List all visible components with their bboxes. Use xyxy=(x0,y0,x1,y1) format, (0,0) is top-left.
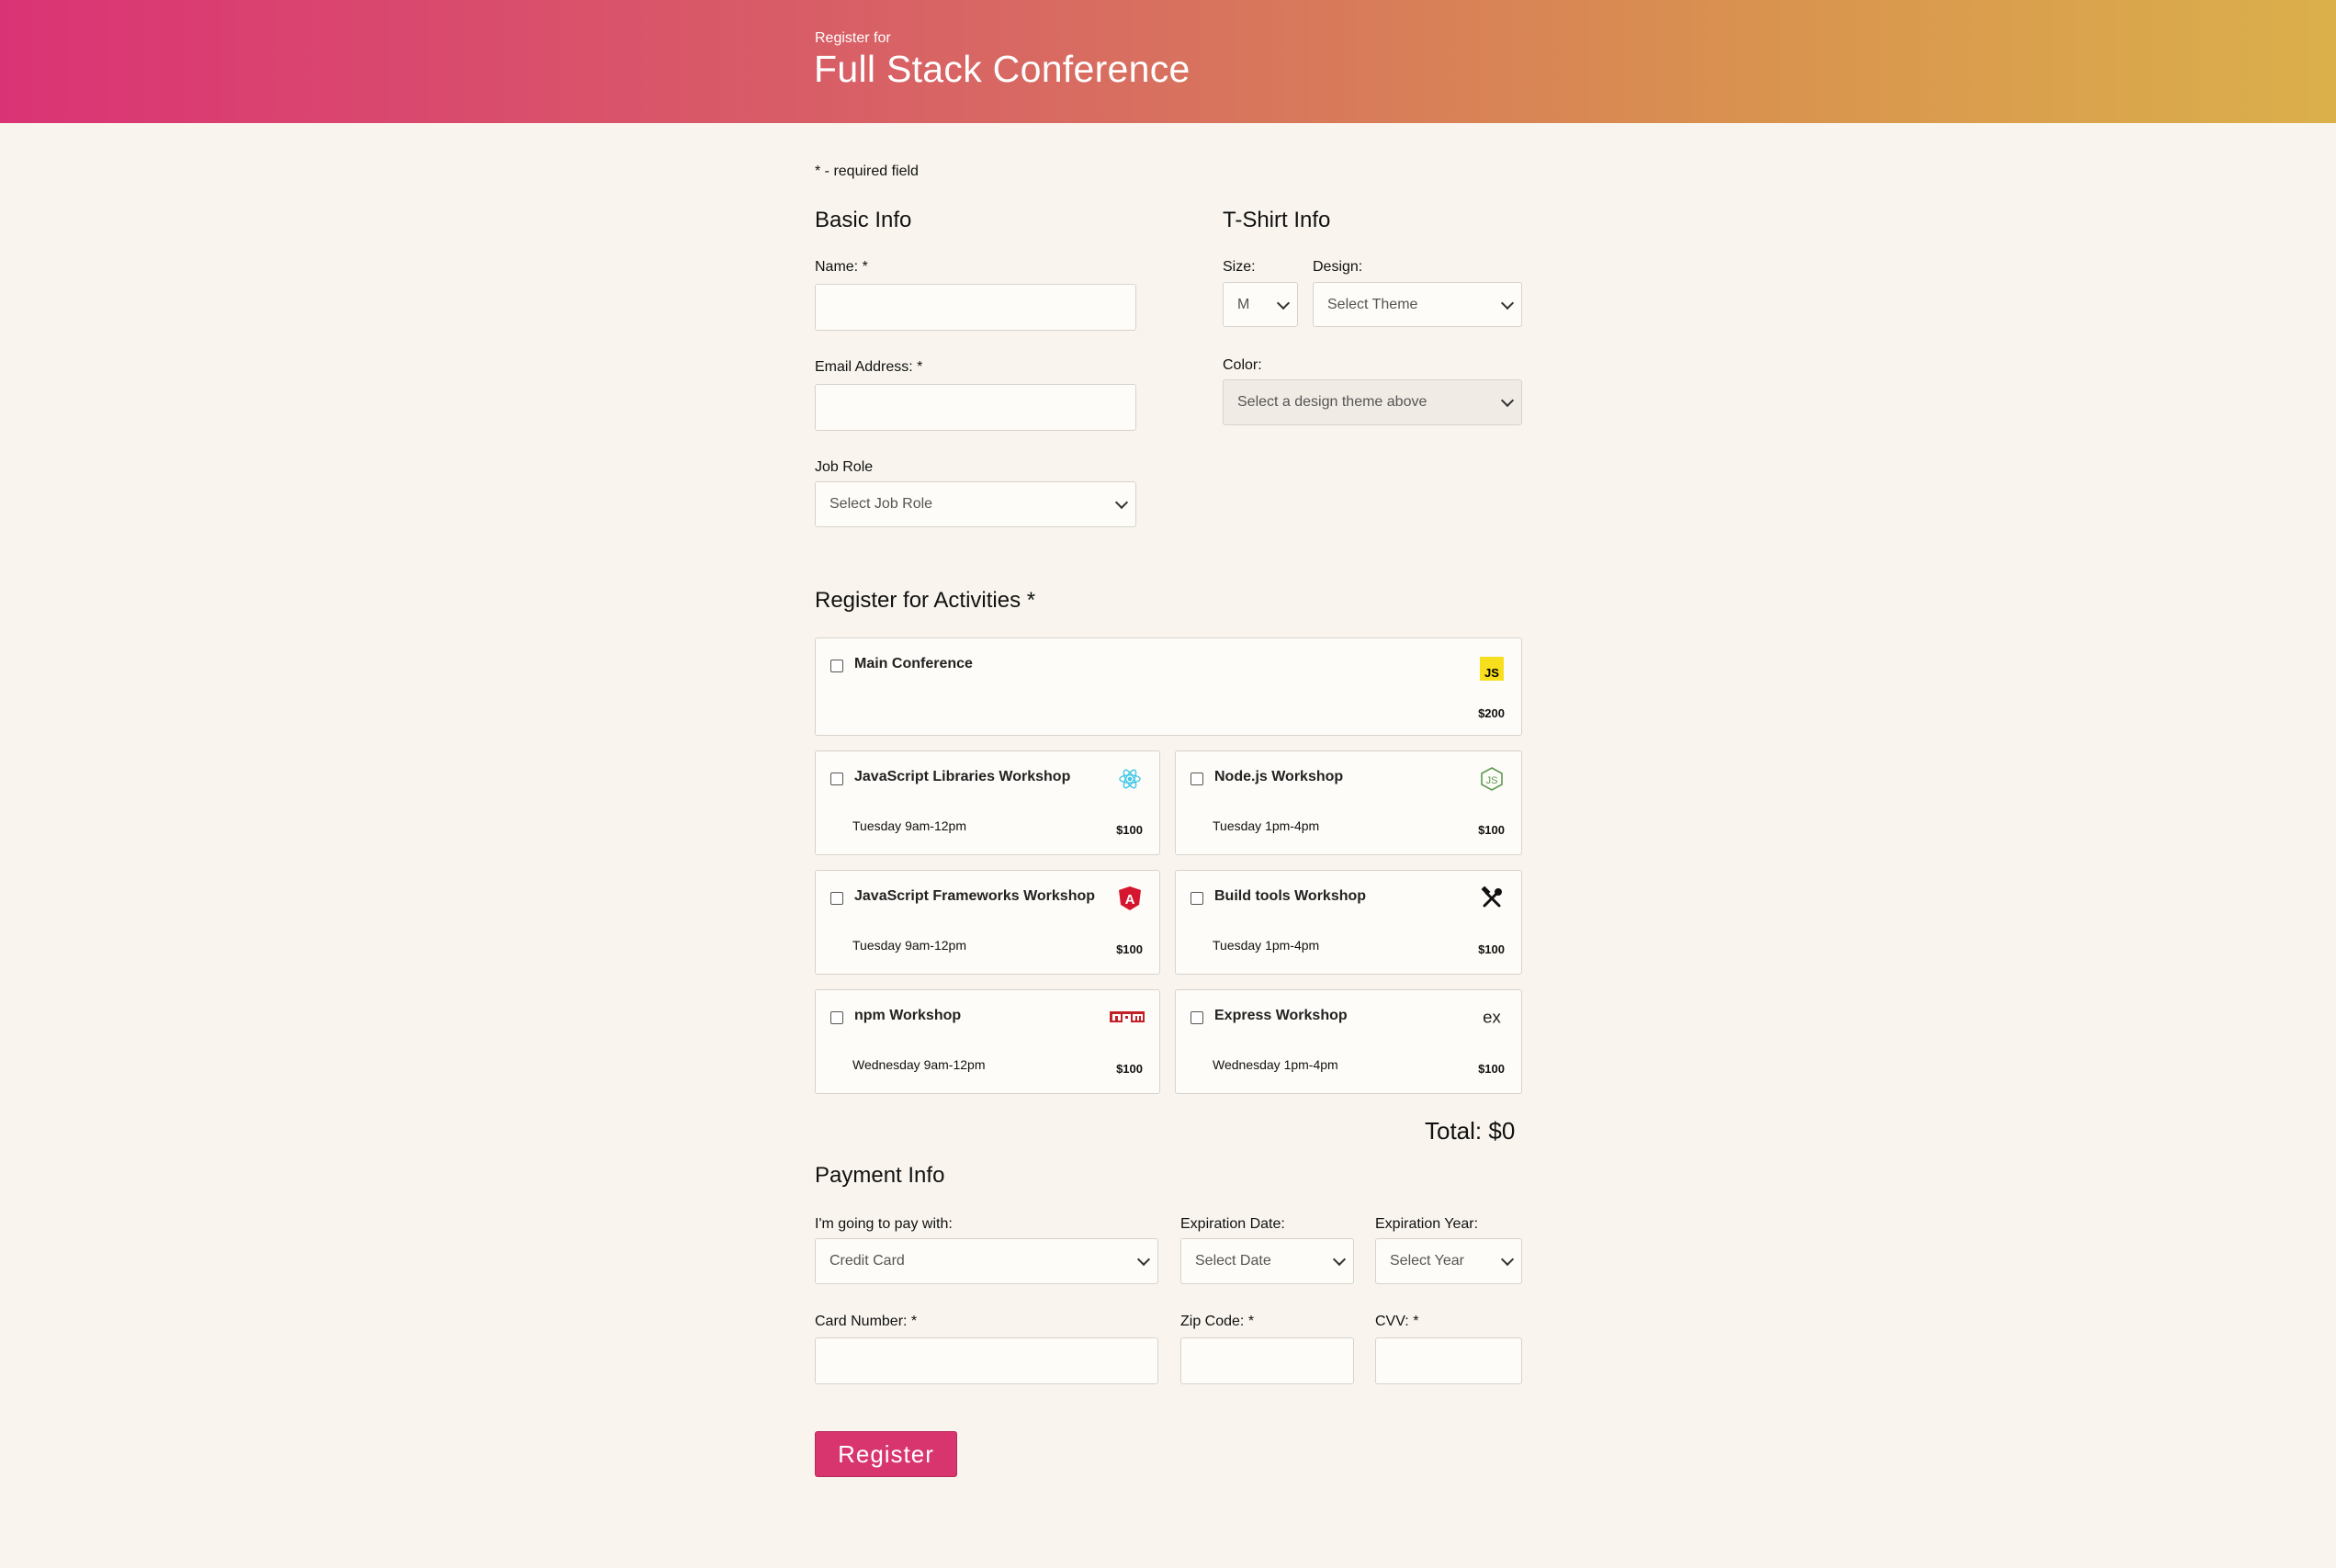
angular-icon: A xyxy=(1117,886,1143,911)
nodejs-icon: JS xyxy=(1479,766,1505,792)
chevron-down-icon xyxy=(1500,1252,1515,1267)
activity-card-main-conference[interactable]: Main Conference JS $200 xyxy=(815,637,1522,736)
payment-info-heading: Payment Info xyxy=(815,1163,945,1188)
activity-checkbox[interactable] xyxy=(830,1011,843,1024)
color-selected: Select a design theme above xyxy=(1237,394,1428,410)
activity-card-build-tools[interactable]: Build tools Workshop Tuesday 1pm-4pm $10… xyxy=(1175,870,1522,975)
activities-heading: Register for Activities * xyxy=(815,588,1036,613)
activity-card-js-libraries[interactable]: JavaScript Libraries Workshop Tuesday 9a… xyxy=(815,750,1160,855)
activity-cost: $200 xyxy=(1478,706,1505,720)
cvv-label: CVV: * xyxy=(1375,1314,1419,1329)
tshirt-info-heading: T-Shirt Info xyxy=(1223,208,1331,232)
exp-year-label: Expiration Year: xyxy=(1375,1216,1479,1232)
activity-checkbox[interactable] xyxy=(1191,1011,1203,1024)
job-role-label: Job Role xyxy=(815,459,874,475)
activity-cost: $100 xyxy=(1478,1062,1505,1076)
chevron-down-icon xyxy=(1114,495,1129,510)
chevron-down-icon xyxy=(1136,1252,1151,1267)
activity-time: Tuesday 1pm-4pm xyxy=(1213,818,1320,833)
pay-with-label: I'm going to pay with: xyxy=(815,1216,953,1232)
required-field-note: * - required field xyxy=(815,164,919,179)
size-label: Size: xyxy=(1223,259,1256,275)
zip-code-label: Zip Code: * xyxy=(1180,1314,1255,1329)
activity-name: npm Workshop xyxy=(854,1008,962,1023)
activity-card-js-frameworks[interactable]: JavaScript Frameworks Workshop A Tuesday… xyxy=(815,870,1160,975)
activity-checkbox[interactable] xyxy=(830,660,843,672)
activity-checkbox[interactable] xyxy=(1191,773,1203,785)
exp-date-label: Expiration Date: xyxy=(1180,1216,1285,1232)
tools-icon xyxy=(1479,886,1505,911)
activity-time: Wednesday 9am-12pm xyxy=(852,1057,986,1072)
activity-time: Tuesday 9am-12pm xyxy=(852,818,966,833)
exp-year-select[interactable]: Select Year xyxy=(1375,1238,1522,1284)
design-selected: Select Theme xyxy=(1327,296,1418,312)
activity-card-nodejs[interactable]: Node.js Workshop JS Tuesday 1pm-4pm $100 xyxy=(1175,750,1522,855)
chevron-down-icon xyxy=(1500,296,1515,310)
payment-method-selected: Credit Card xyxy=(829,1253,905,1269)
design-select[interactable]: Select Theme xyxy=(1313,282,1522,327)
activity-name: Express Workshop xyxy=(1214,1008,1348,1023)
activity-cost: $100 xyxy=(1116,942,1143,956)
email-input[interactable] xyxy=(815,384,1136,431)
exp-year-selected: Select Year xyxy=(1390,1253,1464,1269)
activity-name: JavaScript Frameworks Workshop xyxy=(854,888,1096,904)
activity-name: Main Conference xyxy=(854,656,973,671)
zip-code-input[interactable] xyxy=(1180,1337,1354,1384)
chevron-down-icon xyxy=(1332,1252,1347,1267)
activity-checkbox[interactable] xyxy=(830,892,843,905)
page-title: Full Stack Conference xyxy=(814,48,1191,90)
svg-text:JS: JS xyxy=(1484,666,1499,680)
color-label: Color: xyxy=(1223,357,1262,373)
exp-date-selected: Select Date xyxy=(1195,1253,1271,1269)
name-label: Name: * xyxy=(815,259,868,275)
react-icon xyxy=(1117,766,1143,792)
chevron-down-icon xyxy=(1276,296,1291,310)
color-select[interactable]: Select a design theme above xyxy=(1223,379,1522,425)
svg-text:ex: ex xyxy=(1483,1008,1501,1027)
npm-icon xyxy=(1110,1005,1145,1031)
page-header: Register for Full Stack Conference xyxy=(0,0,2336,123)
basic-info-heading: Basic Info xyxy=(815,208,912,232)
activity-cost: $100 xyxy=(1116,823,1143,837)
activity-cost: $100 xyxy=(1478,942,1505,956)
email-label: Email Address: * xyxy=(815,359,923,375)
exp-date-select[interactable]: Select Date xyxy=(1180,1238,1354,1284)
activity-cost: $100 xyxy=(1478,823,1505,837)
size-selected: M xyxy=(1237,296,1250,312)
activities-total: Total: $0 xyxy=(1425,1117,1516,1145)
js-icon: JS xyxy=(1479,656,1505,682)
design-label: Design: xyxy=(1313,259,1363,275)
activity-checkbox[interactable] xyxy=(830,773,843,785)
activity-checkbox[interactable] xyxy=(1191,892,1203,905)
activity-name: JavaScript Libraries Workshop xyxy=(854,769,1071,784)
name-input[interactable] xyxy=(815,284,1136,331)
activity-time: Tuesday 9am-12pm xyxy=(852,938,966,953)
activity-card-npm[interactable]: npm Workshop Wednesday 9am-12pm $100 xyxy=(815,989,1160,1094)
activity-time: Tuesday 1pm-4pm xyxy=(1213,938,1320,953)
svg-text:JS: JS xyxy=(1486,775,1498,786)
activity-name: Build tools Workshop xyxy=(1214,888,1367,904)
activity-time: Wednesday 1pm-4pm xyxy=(1213,1057,1338,1072)
activity-card-express[interactable]: Express Workshop ex Wednesday 1pm-4pm $1… xyxy=(1175,989,1522,1094)
header-pre-title: Register for xyxy=(815,30,891,46)
size-select[interactable]: M xyxy=(1223,282,1298,327)
activity-cost: $100 xyxy=(1116,1062,1143,1076)
chevron-down-icon xyxy=(1500,393,1515,408)
card-number-label: Card Number: * xyxy=(815,1314,918,1329)
job-role-selected: Select Job Role xyxy=(829,496,933,512)
payment-method-select[interactable]: Credit Card xyxy=(815,1238,1158,1284)
register-button[interactable]: Register xyxy=(815,1431,957,1477)
activity-name: Node.js Workshop xyxy=(1214,769,1344,784)
job-role-select[interactable]: Select Job Role xyxy=(815,481,1136,527)
express-icon: ex xyxy=(1479,1005,1505,1031)
card-number-input[interactable] xyxy=(815,1337,1158,1384)
svg-text:A: A xyxy=(1125,892,1135,908)
cvv-input[interactable] xyxy=(1375,1337,1522,1384)
